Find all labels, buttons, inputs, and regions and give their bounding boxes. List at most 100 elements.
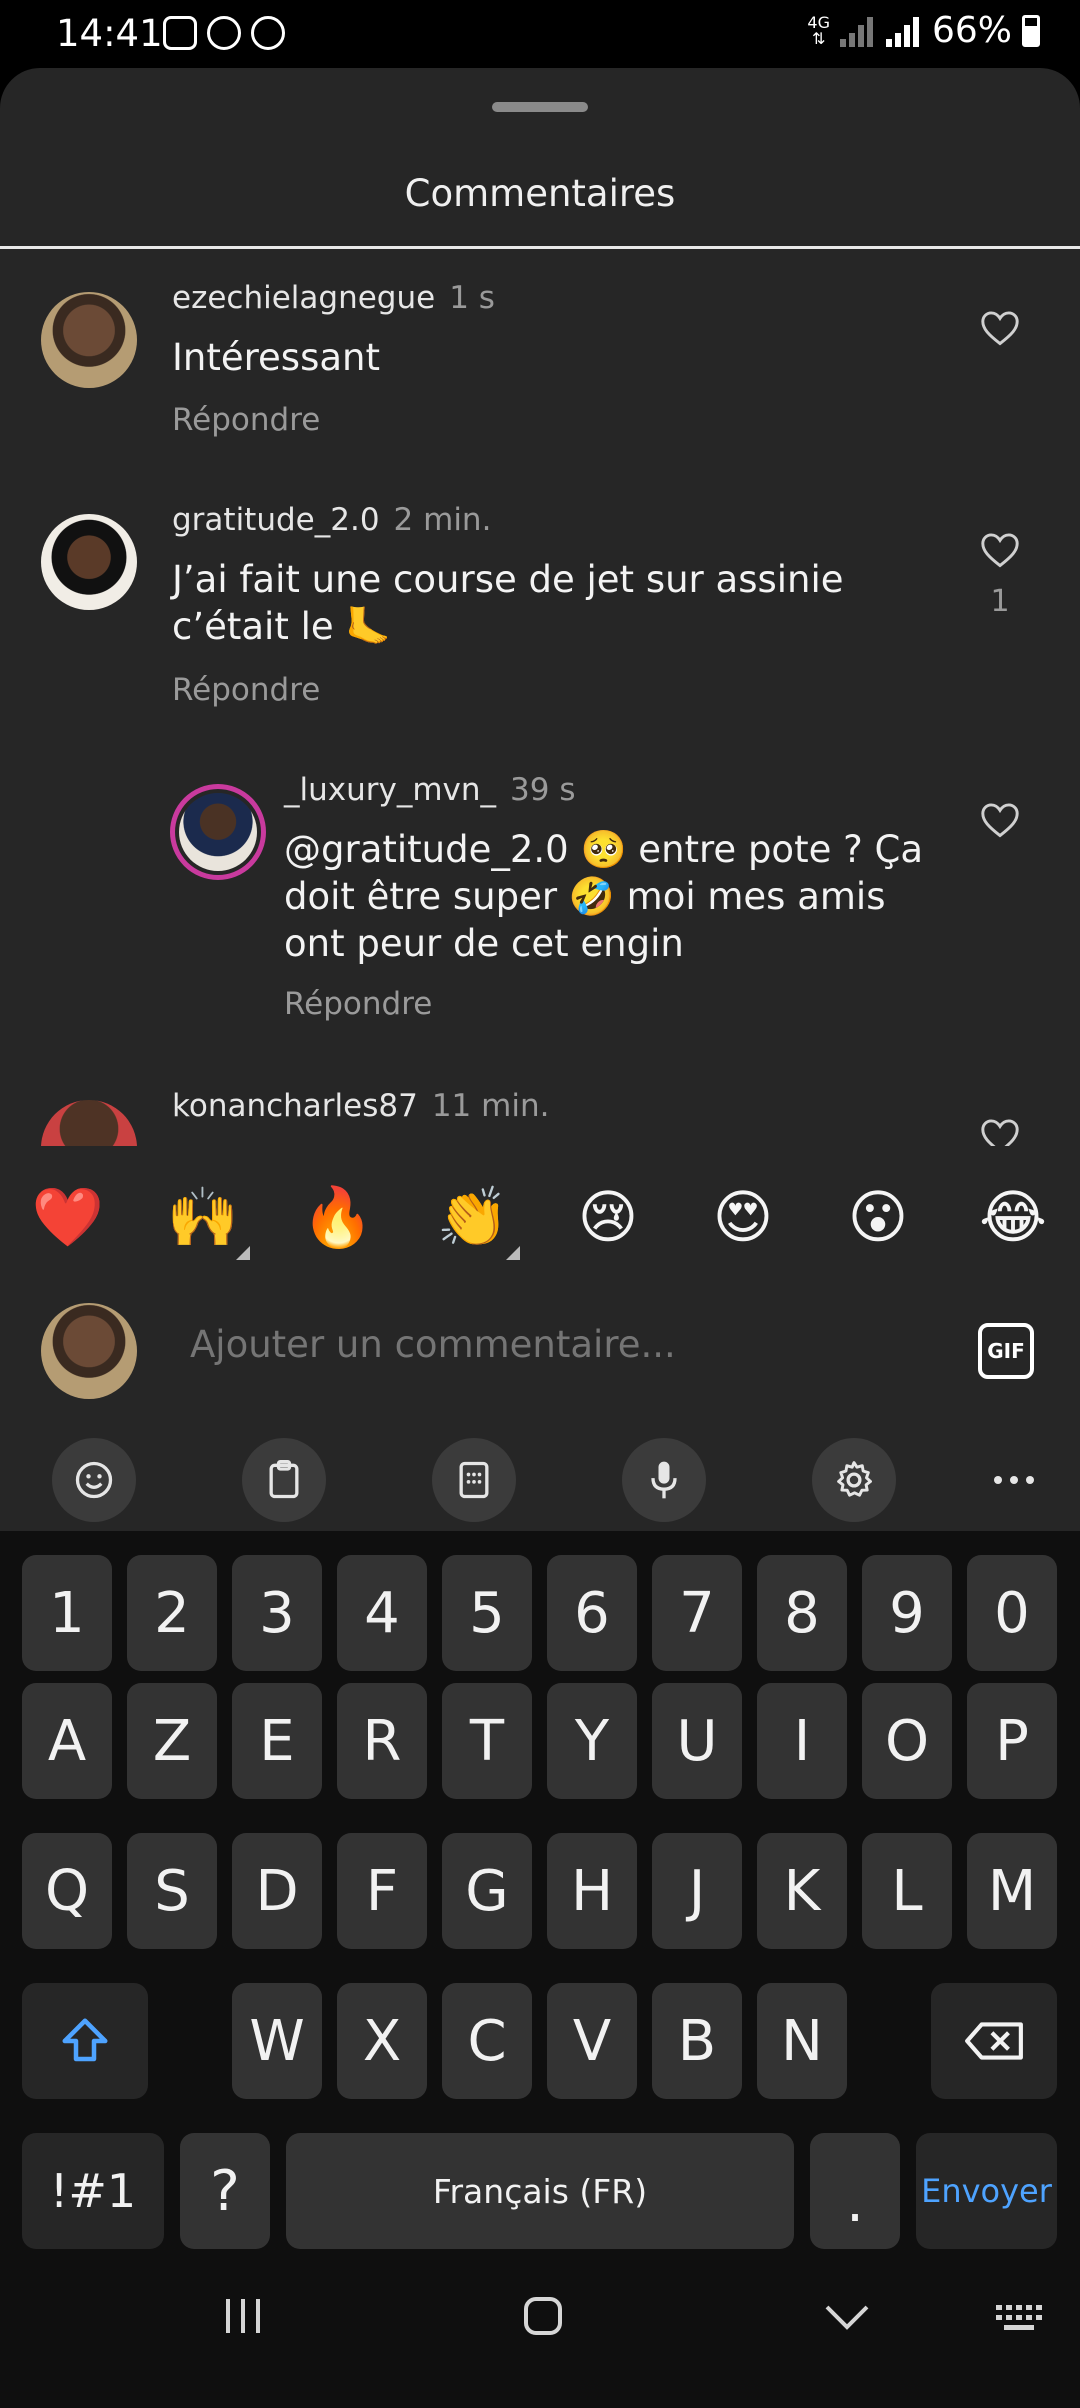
reaction-heart[interactable]: ❤️ (28, 1182, 108, 1252)
emoji-icon[interactable] (52, 1438, 136, 1522)
key-6[interactable]: 6 (547, 1555, 637, 1671)
key-t[interactable]: T (442, 1683, 532, 1799)
key-m[interactable]: M (967, 1833, 1057, 1949)
comment-username[interactable]: ezechielagnegue (172, 280, 435, 316)
key-n[interactable]: N (757, 1983, 847, 2099)
clipboard-icon[interactable] (242, 1438, 326, 1522)
comment-item: konancharles87 11 min. (0, 1058, 1080, 1146)
key-c[interactable]: C (442, 1983, 532, 2099)
key-3[interactable]: 3 (232, 1555, 322, 1671)
space-key[interactable]: Français (FR) (286, 2133, 794, 2249)
my-avatar (41, 1303, 137, 1399)
shift-icon (62, 2018, 108, 2062)
signal-sim1-icon (839, 15, 876, 47)
heart-icon[interactable] (980, 532, 1020, 568)
comment-header: ezechielagnegue 1 s (172, 280, 495, 316)
more-options-icon[interactable] (972, 1438, 1056, 1522)
question-key[interactable]: ? (180, 2133, 270, 2249)
skin-tone-indicator (506, 1246, 520, 1260)
key-f[interactable]: F (337, 1833, 427, 1949)
battery-icon (1022, 14, 1040, 47)
key-4[interactable]: 4 (337, 1555, 427, 1671)
settings-gear-icon[interactable] (812, 1438, 896, 1522)
comment-username[interactable]: _luxury_mvn_ (284, 772, 496, 808)
key-0[interactable]: 0 (967, 1555, 1057, 1671)
symbols-key[interactable]: !#1 (22, 2133, 164, 2249)
reaction-surprised[interactable]: 😮 (838, 1182, 918, 1252)
like-count: 1 (990, 584, 1010, 619)
key-7[interactable]: 7 (652, 1555, 742, 1671)
key-r[interactable]: R (337, 1683, 427, 1799)
send-key[interactable]: Envoyer (916, 2133, 1057, 2249)
key-j[interactable]: J (652, 1833, 742, 1949)
reply-button[interactable]: Répondre (172, 672, 320, 708)
key-9[interactable]: 9 (862, 1555, 952, 1671)
avatar[interactable] (41, 514, 137, 610)
key-k[interactable]: K (757, 1833, 847, 1949)
key-z[interactable]: Z (127, 1683, 217, 1799)
key-v[interactable]: V (547, 1983, 637, 2099)
key-i[interactable]: I (757, 1683, 847, 1799)
key-s[interactable]: S (127, 1833, 217, 1949)
comments-sheet: Commentaires ezechielagnegue 1 s Intéress… (0, 68, 1080, 1531)
avatar[interactable] (41, 292, 137, 388)
comment-list[interactable]: ezechielagnegue 1 s Intéressant Répondre … (0, 250, 1080, 1146)
reaction-crying[interactable]: 😢 (568, 1182, 648, 1252)
key-2[interactable]: 2 (127, 1555, 217, 1671)
key-1[interactable]: 1 (22, 1555, 112, 1671)
backspace-key[interactable] (931, 1983, 1057, 2099)
system-status: 4G ⇅ 66% (807, 10, 1040, 51)
avatar[interactable] (41, 1100, 137, 1146)
reaction-laughing[interactable]: 😂 (973, 1182, 1053, 1252)
comment-input[interactable] (190, 1323, 910, 1366)
period-key[interactable]: . (810, 2133, 900, 2249)
reaction-fire[interactable]: 🔥 (298, 1182, 378, 1252)
keyboard-mode-icon[interactable] (432, 1438, 516, 1522)
key-x[interactable]: X (337, 1983, 427, 2099)
key-b[interactable]: B (652, 1983, 742, 2099)
key-y[interactable]: Y (547, 1683, 637, 1799)
title-divider (0, 246, 1080, 249)
heart-icon[interactable] (980, 310, 1020, 346)
shift-key[interactable] (22, 1983, 148, 2099)
reaction-clap[interactable]: 👏 (433, 1182, 513, 1252)
navigation-bar (0, 2251, 1080, 2408)
drag-handle[interactable] (492, 102, 588, 112)
comment-header: konancharles87 11 min. (172, 1088, 549, 1124)
key-5[interactable]: 5 (442, 1555, 532, 1671)
key-w[interactable]: W (232, 1983, 322, 2099)
key-a[interactable]: A (22, 1683, 112, 1799)
heart-icon[interactable] (980, 802, 1020, 838)
key-o[interactable]: O (862, 1683, 952, 1799)
reply-button[interactable]: Répondre (172, 402, 320, 438)
keyboard-switch-icon[interactable] (996, 2305, 1044, 2333)
reaction-heart-eyes[interactable]: 😍 (703, 1182, 783, 1252)
heart-icon[interactable] (980, 1118, 1020, 1146)
key-g[interactable]: G (442, 1833, 532, 1949)
key-p[interactable]: P (967, 1683, 1057, 1799)
comment-time: 2 min. (393, 502, 492, 538)
key-l[interactable]: L (862, 1833, 952, 1949)
hide-keyboard-icon[interactable] (824, 2303, 870, 2331)
key-u[interactable]: U (652, 1683, 742, 1799)
avatar[interactable] (170, 784, 266, 880)
key-q[interactable]: Q (22, 1833, 112, 1949)
recent-apps-icon[interactable] (222, 2295, 264, 2337)
comment-username[interactable]: gratitude_2.0 (172, 502, 380, 538)
key-e[interactable]: E (232, 1683, 322, 1799)
comment-text: J’ai fait une course de jet sur assinie … (172, 558, 844, 648)
reply-button[interactable]: Répondre (284, 986, 432, 1022)
key-d[interactable]: D (232, 1833, 322, 1949)
reaction-raised-hands[interactable]: 🙌 (163, 1182, 243, 1252)
comment-username[interactable]: konancharles87 (172, 1088, 418, 1124)
microphone-icon[interactable] (622, 1438, 706, 1522)
home-icon[interactable] (522, 2295, 564, 2337)
comment-time: 11 min. (431, 1088, 550, 1124)
gif-button[interactable]: GIF (978, 1323, 1034, 1379)
status-time: 14:41 (56, 12, 163, 55)
status-bar: 14:41 4G ⇅ 66% (0, 0, 1080, 68)
key-8[interactable]: 8 (757, 1555, 847, 1671)
signal-sim2-icon (885, 15, 922, 47)
comment-composer: GIF (0, 1295, 1080, 1407)
key-h[interactable]: H (547, 1833, 637, 1949)
